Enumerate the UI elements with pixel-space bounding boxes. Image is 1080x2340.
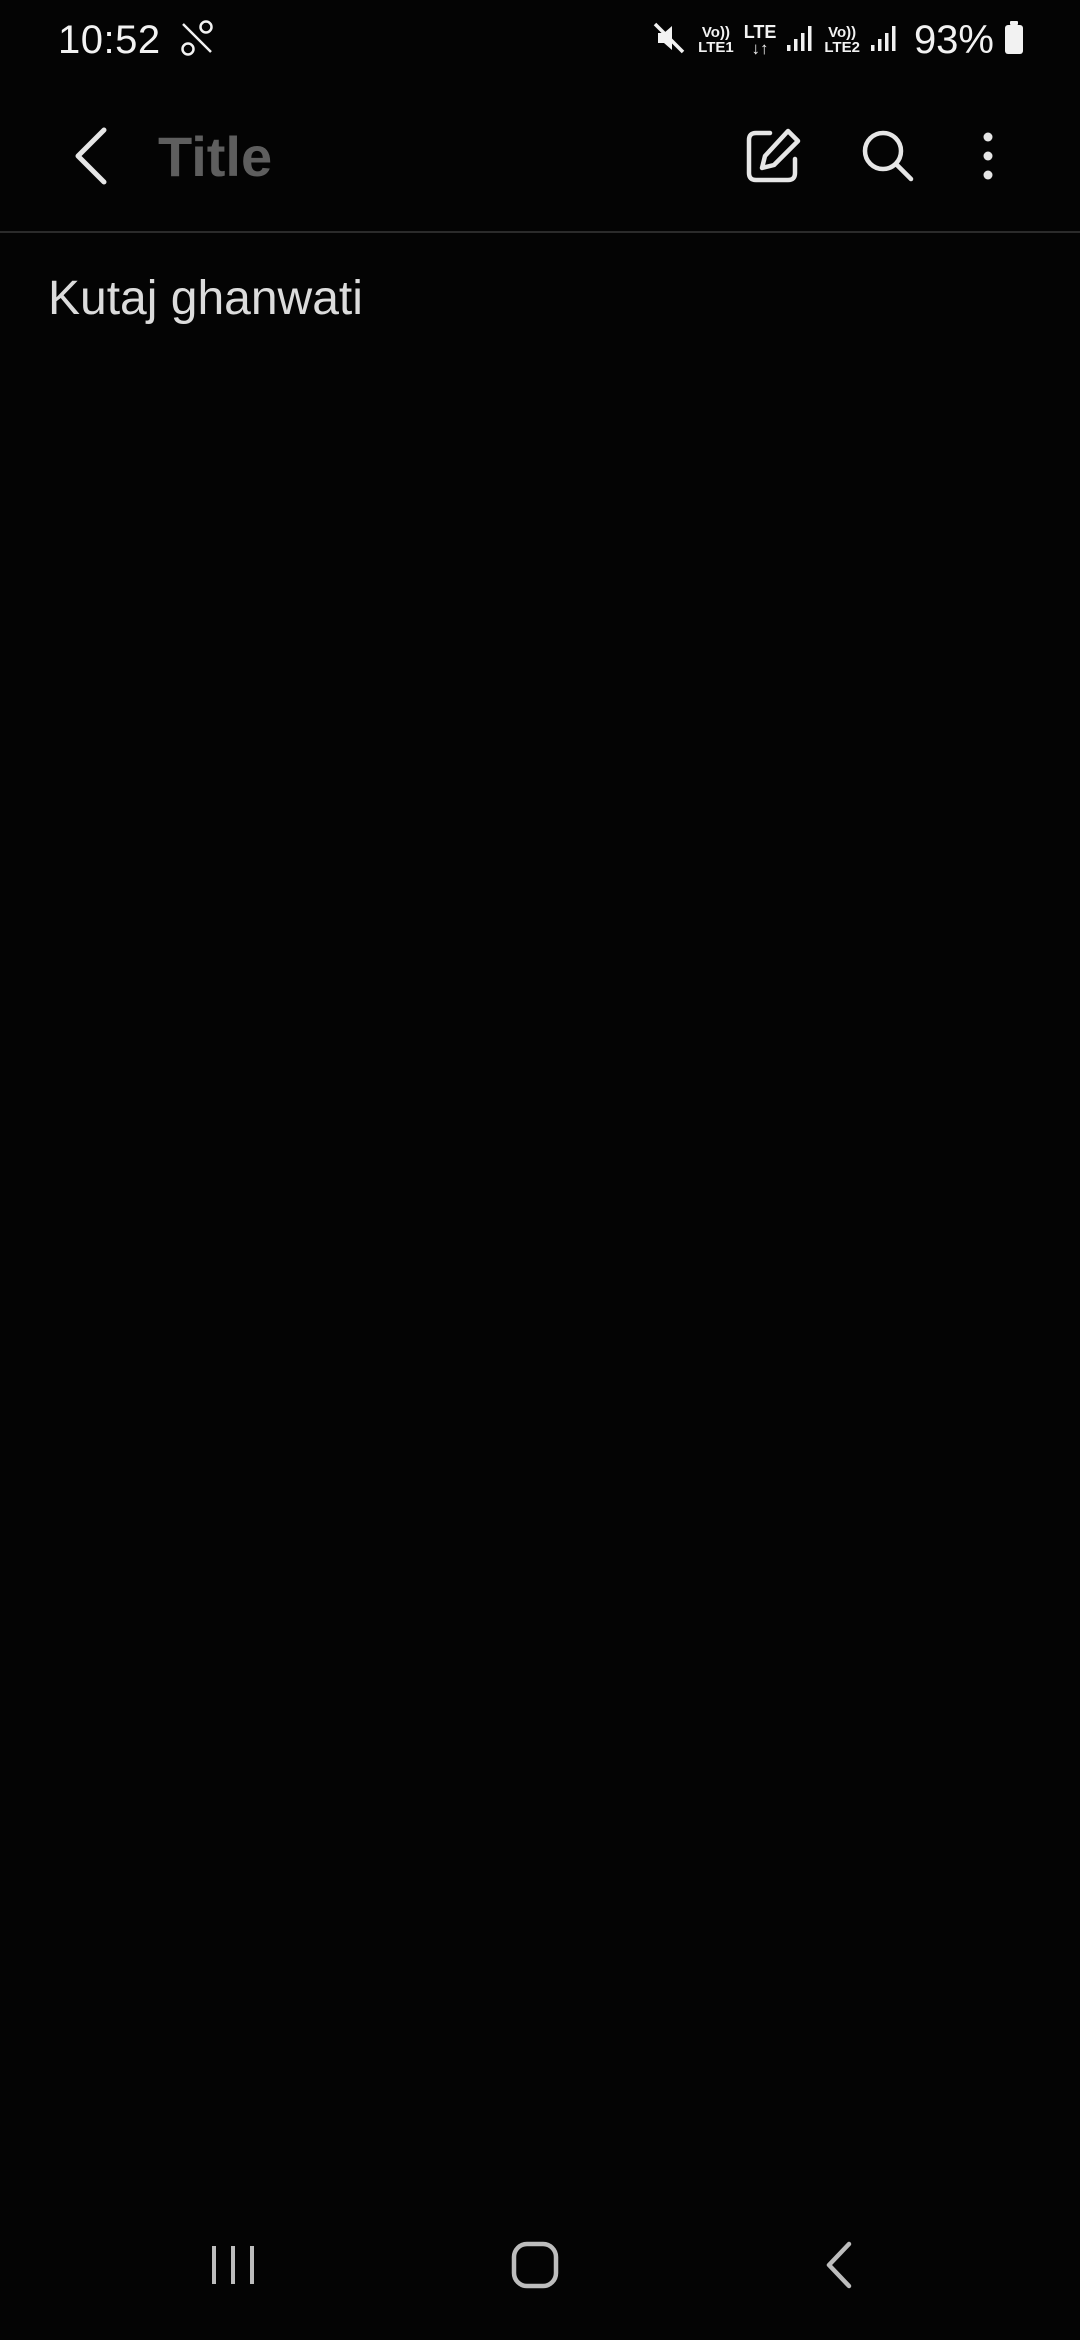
status-bar: 10:52 Vo)) LTE1 LTE ↓↑ Vo)) LTE2 93% (0, 0, 1080, 80)
signal-2-icon (870, 23, 898, 58)
volte-lte1-indicator: Vo)) LTE1 (698, 25, 734, 55)
status-time: 10:52 (58, 17, 161, 62)
title-field[interactable]: Title (158, 122, 272, 192)
volte-lte2-indicator: Vo)) LTE2 (824, 25, 860, 55)
app-bar: Title (0, 80, 1080, 232)
navigation-bar (0, 2190, 1080, 2340)
note-body-area[interactable]: Kutaj ghanwati (0, 233, 1080, 2190)
back-icon (826, 2241, 852, 2289)
lte-data-indicator: LTE ↓↑ (744, 23, 777, 58)
volte1-label: Vo)) (701, 24, 730, 41)
status-left: 10:52 (58, 18, 215, 63)
data-arrows-icon: ↓↑ (751, 39, 769, 58)
back-button[interactable] (52, 116, 132, 196)
edit-icon (746, 128, 801, 183)
recents-icon (212, 2246, 254, 2284)
edit-button[interactable] (733, 116, 813, 196)
mute-icon (650, 19, 688, 62)
nav-back-button[interactable] (780, 2220, 900, 2310)
note-body-text[interactable]: Kutaj ghanwati (48, 269, 363, 329)
lte2-label: LTE2 (824, 39, 860, 56)
home-icon (511, 2241, 559, 2289)
more-options-button[interactable] (948, 116, 1028, 196)
back-arrow-icon (75, 127, 107, 185)
more-options-icon (983, 132, 993, 180)
missed-call-icon (179, 18, 215, 63)
signal-1-icon (786, 23, 814, 58)
recents-button[interactable] (173, 2220, 293, 2310)
volte2-label: Vo)) (828, 24, 857, 41)
search-button[interactable] (848, 116, 928, 196)
status-right: Vo)) LTE1 LTE ↓↑ Vo)) LTE2 93% (650, 18, 1024, 63)
home-button[interactable] (475, 2220, 595, 2310)
note-screen: 10:52 Vo)) LTE1 LTE ↓↑ Vo)) LTE2 93% Tit… (0, 0, 1080, 2340)
battery-icon (1004, 20, 1024, 60)
lte1-label: LTE1 (698, 39, 734, 56)
battery-percent: 93% (913, 17, 994, 62)
search-icon (862, 130, 914, 182)
